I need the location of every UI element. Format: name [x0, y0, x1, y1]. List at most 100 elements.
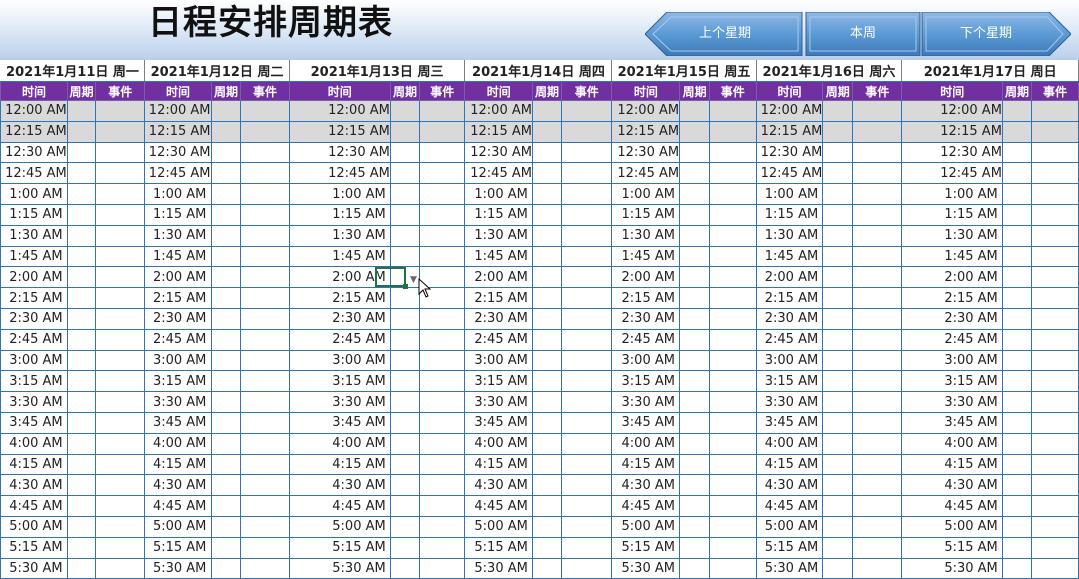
day-date-cell[interactable]: 2021年1月12日 周二: [144, 60, 290, 82]
period-cell[interactable]: [66, 370, 97, 393]
time-cell[interactable]: 2:15 AM: [144, 287, 212, 309]
period-cell[interactable]: [66, 266, 97, 289]
time-cell[interactable]: 12:15 AM: [144, 120, 212, 143]
time-cell[interactable]: 12:15 AM: [464, 120, 534, 143]
event-cell[interactable]: [852, 162, 903, 185]
period-cell[interactable]: [532, 349, 562, 372]
event-cell[interactable]: [1031, 224, 1079, 247]
event-cell[interactable]: [1031, 536, 1079, 559]
time-cell[interactable]: 5:00 AM: [144, 515, 212, 538]
event-cell[interactable]: [240, 453, 290, 476]
time-cell[interactable]: 5:15 AM: [755, 536, 824, 559]
period-cell[interactable]: [389, 432, 420, 455]
time-cell[interactable]: 1:30 AM: [464, 224, 534, 247]
col-header-period[interactable]: 周期: [210, 81, 242, 101]
time-cell[interactable]: 5:30 AM: [144, 557, 212, 579]
period-cell[interactable]: [1002, 495, 1033, 517]
event-cell[interactable]: [418, 495, 466, 517]
day-date-cell[interactable]: 2021年1月11日 周一: [0, 60, 146, 82]
event-cell[interactable]: [95, 141, 146, 164]
event-cell[interactable]: [560, 370, 613, 393]
period-cell[interactable]: [66, 100, 97, 122]
event-cell[interactable]: [1031, 245, 1079, 268]
time-cell[interactable]: 2:15 AM: [611, 287, 681, 309]
time-cell[interactable]: 1:45 AM: [755, 245, 824, 268]
period-cell[interactable]: [1002, 162, 1033, 185]
event-cell[interactable]: [1031, 120, 1079, 143]
event-cell[interactable]: [240, 245, 290, 268]
event-cell[interactable]: [95, 328, 146, 351]
period-cell[interactable]: [210, 557, 242, 579]
time-cell[interactable]: 2:30 AM: [755, 307, 824, 330]
event-cell[interactable]: [709, 100, 757, 122]
time-cell[interactable]: 5:30 AM: [288, 557, 391, 579]
event-cell[interactable]: [95, 474, 146, 497]
col-header-event[interactable]: 事件: [852, 81, 903, 101]
time-cell[interactable]: 3:45 AM: [288, 411, 391, 434]
event-cell[interactable]: [418, 120, 466, 143]
time-cell[interactable]: 12:00 AM: [144, 100, 212, 122]
event-cell[interactable]: [418, 453, 466, 476]
time-cell[interactable]: 12:45 AM: [288, 162, 391, 185]
event-cell[interactable]: [95, 120, 146, 143]
time-cell[interactable]: 3:30 AM: [288, 391, 391, 413]
event-cell[interactable]: [1031, 287, 1079, 309]
time-cell[interactable]: 1:15 AM: [611, 203, 681, 226]
event-cell[interactable]: [709, 224, 757, 247]
event-cell[interactable]: [852, 411, 903, 434]
period-cell[interactable]: [679, 266, 711, 289]
time-cell[interactable]: 5:00 AM: [464, 515, 534, 538]
event-cell[interactable]: [852, 224, 903, 247]
time-cell[interactable]: 2:30 AM: [464, 307, 534, 330]
fill-handle[interactable]: [403, 284, 408, 289]
event-cell[interactable]: [418, 557, 466, 579]
period-cell[interactable]: [66, 120, 97, 143]
time-cell[interactable]: 3:00 AM: [901, 349, 1004, 372]
time-cell[interactable]: 4:00 AM: [144, 432, 212, 455]
period-cell[interactable]: [532, 495, 562, 517]
event-cell[interactable]: [1031, 453, 1079, 476]
time-cell[interactable]: 4:30 AM: [144, 474, 212, 497]
time-cell[interactable]: 4:30 AM: [755, 474, 824, 497]
event-cell[interactable]: [560, 120, 613, 143]
time-cell[interactable]: 1:00 AM: [288, 183, 391, 205]
event-cell[interactable]: [852, 183, 903, 205]
period-cell[interactable]: [210, 536, 242, 559]
event-cell[interactable]: [240, 162, 290, 185]
time-cell[interactable]: 4:15 AM: [755, 453, 824, 476]
period-cell[interactable]: [1002, 307, 1033, 330]
time-cell[interactable]: 3:00 AM: [755, 349, 824, 372]
time-cell[interactable]: 3:00 AM: [464, 349, 534, 372]
event-cell[interactable]: [709, 474, 757, 497]
event-cell[interactable]: [709, 141, 757, 164]
time-cell[interactable]: 2:15 AM: [0, 287, 68, 309]
event-cell[interactable]: [709, 328, 757, 351]
period-cell[interactable]: [210, 245, 242, 268]
period-cell[interactable]: [679, 328, 711, 351]
event-cell[interactable]: [709, 162, 757, 185]
period-cell[interactable]: [66, 557, 97, 579]
event-cell[interactable]: [852, 474, 903, 497]
day-date-cell[interactable]: 2021年1月17日 周日: [901, 60, 1079, 82]
event-cell[interactable]: [560, 287, 613, 309]
period-cell[interactable]: [389, 391, 420, 413]
time-cell[interactable]: 1:30 AM: [144, 224, 212, 247]
event-cell[interactable]: [240, 432, 290, 455]
period-cell[interactable]: [66, 162, 97, 185]
period-cell[interactable]: [1002, 328, 1033, 351]
event-cell[interactable]: [709, 120, 757, 143]
period-cell[interactable]: [210, 141, 242, 164]
period-cell[interactable]: [679, 515, 711, 538]
event-cell[interactable]: [240, 328, 290, 351]
period-cell[interactable]: [210, 349, 242, 372]
time-cell[interactable]: 4:45 AM: [288, 495, 391, 517]
period-cell[interactable]: [389, 203, 420, 226]
time-cell[interactable]: 1:00 AM: [144, 183, 212, 205]
period-cell[interactable]: [389, 536, 420, 559]
time-cell[interactable]: 12:45 AM: [901, 162, 1004, 185]
period-cell[interactable]: [389, 453, 420, 476]
col-header-period[interactable]: 周期: [532, 81, 562, 101]
event-cell[interactable]: [852, 453, 903, 476]
period-cell[interactable]: [532, 536, 562, 559]
period-cell[interactable]: [532, 120, 562, 143]
